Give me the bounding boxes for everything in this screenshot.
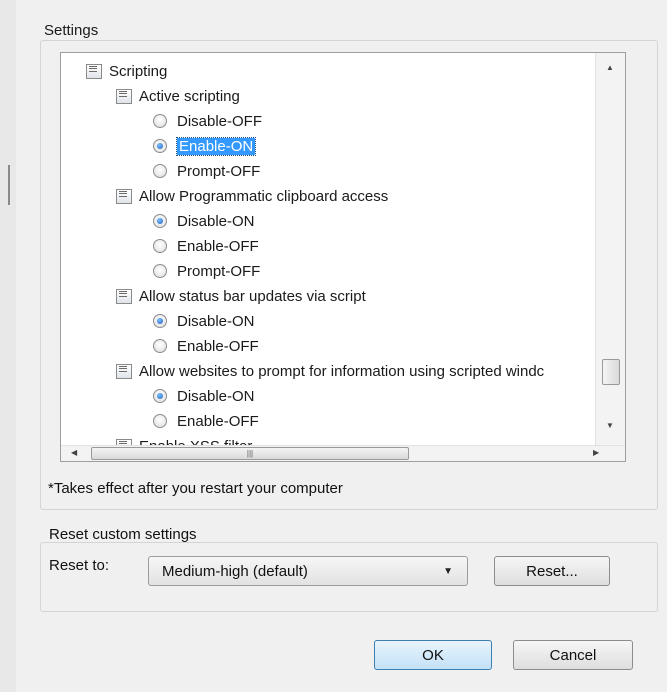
tree-setting-clipboard-access[interactable]: Allow Programmatic clipboard access (115, 184, 388, 208)
security-settings-dialog: Settings Scripting Active scripting Disa… (16, 0, 667, 692)
radio-button[interactable] (153, 114, 167, 128)
tree-item-label: Allow websites to prompt for information… (139, 362, 545, 380)
scroll-up-icon[interactable]: ▲ (606, 63, 614, 72)
radio-button-checked[interactable] (153, 314, 167, 328)
tree-option-radio[interactable]: Disable-ON (153, 384, 255, 408)
vertical-scroll-thumb[interactable] (602, 359, 620, 385)
tree-setting-prompt-information[interactable]: Allow websites to prompt for information… (115, 359, 544, 383)
radio-button[interactable] (153, 264, 167, 278)
tree-option-radio[interactable]: Disable-OFF (153, 109, 262, 133)
radio-button-checked[interactable] (153, 214, 167, 228)
horizontal-scrollbar[interactable]: ◀ ||| ▶ (61, 445, 625, 461)
scroll-down-icon[interactable]: ▼ (606, 421, 614, 430)
radio-button[interactable] (153, 164, 167, 178)
scroll-left-icon[interactable]: ◀ (71, 448, 77, 457)
settings-section-title: Settings (44, 22, 99, 39)
cancel-button[interactable]: Cancel (513, 640, 633, 670)
tree-item-label: Disable-ON (177, 312, 255, 330)
tree-option-radio[interactable]: Disable-ON (153, 309, 255, 333)
settings-tree-content: Scripting Active scripting Disable-OFF E… (61, 53, 595, 447)
radio-button[interactable] (153, 239, 167, 253)
scroll-right-icon[interactable]: ▶ (593, 448, 599, 457)
radio-button-checked[interactable] (153, 139, 167, 153)
tree-option-radio[interactable]: Enable-OFF (153, 334, 259, 358)
reset-to-label: Reset to: (49, 557, 110, 574)
settings-tree[interactable]: Scripting Active scripting Disable-OFF E… (60, 52, 626, 462)
ok-button[interactable]: OK (374, 640, 492, 670)
tree-category-scripting[interactable]: Scripting (85, 59, 167, 83)
tree-item-label: Scripting (109, 62, 168, 80)
tree-item-label: Enable-OFF (177, 337, 259, 355)
background-window-edge (0, 0, 16, 692)
tree-setting-status-bar-updates[interactable]: Allow status bar updates via script (115, 284, 366, 308)
tree-item-label: Disable-ON (177, 387, 255, 405)
window-edge-mark (8, 165, 10, 205)
tree-item-label: Disable-OFF (177, 112, 263, 130)
tree-item-label-selected: Enable-ON (175, 136, 257, 156)
tree-item-label: Enable-OFF (177, 237, 259, 255)
tree-option-radio[interactable]: Prompt-OFF (153, 159, 260, 183)
tree-item-label: Active scripting (139, 87, 240, 105)
tree-option-radio[interactable]: Prompt-OFF (153, 259, 260, 283)
radio-button-checked[interactable] (153, 389, 167, 403)
setting-icon (115, 188, 133, 204)
tree-item-label: Prompt-OFF (177, 162, 261, 180)
setting-icon (115, 288, 133, 304)
tree-option-radio[interactable]: Enable-ON (153, 134, 257, 158)
vertical-scrollbar[interactable]: ▲ ▼ (595, 53, 625, 447)
chevron-down-icon: ▼ (443, 566, 453, 577)
tree-option-radio[interactable]: Disable-ON (153, 209, 255, 233)
radio-button[interactable] (153, 339, 167, 353)
tree-option-radio[interactable]: Enable-OFF (153, 234, 259, 258)
reset-section-title: Reset custom settings (49, 526, 197, 543)
setting-icon (115, 363, 133, 379)
tree-item-label: Disable-ON (177, 212, 255, 230)
reset-button[interactable]: Reset... (494, 556, 610, 586)
dropdown-selected-value: Medium-high (default) (162, 562, 308, 580)
tree-setting-active-scripting[interactable]: Active scripting (115, 84, 240, 108)
radio-button[interactable] (153, 414, 167, 428)
settings-category-icon (85, 63, 103, 79)
tree-item-label: Allow status bar updates via script (139, 287, 366, 305)
tree-item-label: Enable-OFF (177, 412, 259, 430)
restart-note: *Takes effect after you restart your com… (48, 480, 343, 497)
reset-level-dropdown[interactable]: Medium-high (default) ▼ (148, 556, 468, 586)
tree-item-label: Allow Programmatic clipboard access (139, 187, 389, 205)
tree-option-radio[interactable]: Enable-OFF (153, 409, 259, 433)
setting-icon (115, 88, 133, 104)
horizontal-scroll-thumb[interactable]: ||| (91, 447, 409, 460)
tree-item-label: Prompt-OFF (177, 262, 261, 280)
